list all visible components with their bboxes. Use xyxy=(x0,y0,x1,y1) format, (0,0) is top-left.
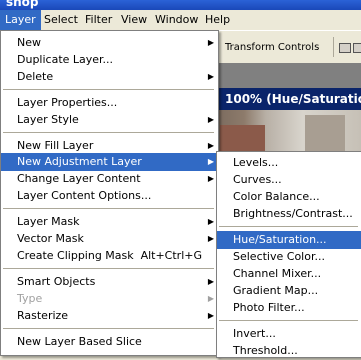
menu-separator xyxy=(3,132,214,133)
menu-separator xyxy=(3,328,214,329)
menu-help[interactable]: Help xyxy=(200,10,235,30)
menu-item-new-layer-based-slice[interactable]: New Layer Based Slice xyxy=(1,333,218,351)
menu-item-label: Vector Mask xyxy=(17,232,84,245)
submenu-item-threshold[interactable]: Threshold... xyxy=(217,342,361,360)
submenu-arrow-icon: ▶ xyxy=(207,234,214,243)
transform-controls-label[interactable]: Transform Controls xyxy=(225,42,319,53)
submenu-arrow-icon: ▶ xyxy=(207,277,214,286)
menu-item-layer-content-options[interactable]: Layer Content Options... xyxy=(1,187,218,205)
submenu-item-curves[interactable]: Curves... xyxy=(217,171,361,189)
menu-item-label: Hue/Saturation... xyxy=(233,233,327,246)
menu-item-change-layer-content[interactable]: Change Layer Content ▶ xyxy=(1,170,218,188)
submenu-arrow-icon: ▶ xyxy=(207,294,214,303)
menu-item-create-clipping-mask[interactable]: Create Clipping Mask Alt+Ctrl+G xyxy=(1,247,218,265)
menu-item-label: Brightness/Contrast... xyxy=(233,207,353,220)
submenu-item-invert[interactable]: Invert... xyxy=(217,325,361,343)
menu-item-label: Layer Content Options... xyxy=(17,189,152,202)
menu-item-label: Color Balance... xyxy=(233,190,320,203)
menu-separator xyxy=(3,89,214,90)
menu-item-new[interactable]: New ▶ xyxy=(1,34,218,52)
menu-item-label: New xyxy=(17,36,41,49)
menu-item-label: Selective Color... xyxy=(233,250,325,263)
menu-item-label: Duplicate Layer... xyxy=(17,53,114,66)
menu-item-label: Invert... xyxy=(233,327,276,340)
menu-item-label: Rasterize xyxy=(17,309,69,322)
menu-item-label: Change Layer Content xyxy=(17,172,141,185)
submenu-item-gradient-map[interactable]: Gradient Map... xyxy=(217,282,361,300)
adjustment-layer-submenu: Levels... Curves... Color Balance... Bri… xyxy=(216,151,361,358)
submenu-item-hue-saturation[interactable]: Hue/Saturation... xyxy=(217,231,361,249)
menu-view[interactable]: View xyxy=(116,10,152,30)
menu-item-label: Channel Mixer... xyxy=(233,267,322,280)
menu-item-label: Layer Mask xyxy=(17,215,80,228)
align-top-icon[interactable] xyxy=(339,43,351,53)
menu-item-smart-objects[interactable]: Smart Objects ▶ xyxy=(1,273,218,291)
menu-layer[interactable]: Layer xyxy=(0,10,41,30)
menu-bar: Layer Select Filter View Window Help xyxy=(0,10,361,30)
menu-separator xyxy=(219,226,358,227)
submenu-arrow-icon: ▶ xyxy=(207,72,214,81)
menu-item-label: Threshold... xyxy=(233,344,298,357)
menu-item-layer-properties[interactable]: Layer Properties... xyxy=(1,94,218,112)
menu-item-vector-mask[interactable]: Vector Mask ▶ xyxy=(1,230,218,248)
menu-item-delete[interactable]: Delete ▶ xyxy=(1,68,218,86)
submenu-item-channel-mixer[interactable]: Channel Mixer... xyxy=(217,265,361,283)
menu-item-shortcut: Alt+Ctrl+G xyxy=(140,249,202,262)
document-title: 100% (Hue/Saturation xyxy=(215,88,361,110)
menu-item-label: Create Clipping Mask xyxy=(17,249,134,262)
menu-item-layer-style[interactable]: Layer Style ▶ xyxy=(1,111,218,129)
submenu-arrow-icon: ▶ xyxy=(207,38,214,47)
submenu-arrow-icon: ▶ xyxy=(207,157,214,166)
align-middle-icon[interactable] xyxy=(353,43,361,53)
menu-item-label: New Layer Based Slice xyxy=(17,335,142,348)
menu-item-label: Curves... xyxy=(233,173,282,186)
menu-item-layer-mask[interactable]: Layer Mask ▶ xyxy=(1,213,218,231)
menu-separator xyxy=(3,268,214,269)
menu-separator xyxy=(219,320,358,321)
submenu-item-selective-color[interactable]: Selective Color... xyxy=(217,248,361,266)
menu-item-label: Levels... xyxy=(233,156,279,169)
menu-item-duplicate-layer[interactable]: Duplicate Layer... xyxy=(1,51,218,69)
menu-item-label: Delete xyxy=(17,70,54,83)
menu-item-type[interactable]: Type ▶ xyxy=(1,290,218,308)
menu-filter[interactable]: Filter xyxy=(80,10,117,30)
menu-item-label: Layer Properties... xyxy=(17,96,118,109)
menu-item-label: Smart Objects xyxy=(17,275,96,288)
submenu-arrow-icon: ▶ xyxy=(207,115,214,124)
menu-window[interactable]: Window xyxy=(150,10,203,30)
submenu-item-brightness-contrast[interactable]: Brightness/Contrast... xyxy=(217,205,361,223)
window-titlebar: shop xyxy=(0,0,361,10)
menu-item-label: Photo Filter... xyxy=(233,301,305,314)
submenu-item-color-balance[interactable]: Color Balance... xyxy=(217,188,361,206)
menu-item-label: Layer Style xyxy=(17,113,79,126)
options-bar: Transform Controls xyxy=(215,30,361,65)
menu-item-label: Type xyxy=(17,292,43,305)
submenu-arrow-icon: ▶ xyxy=(207,311,214,320)
submenu-item-photo-filter[interactable]: Photo Filter... xyxy=(217,299,361,317)
menu-item-rasterize[interactable]: Rasterize ▶ xyxy=(1,307,218,325)
window-title: shop xyxy=(6,0,39,9)
layer-menu: New ▶ Duplicate Layer... Delete ▶ Layer … xyxy=(0,30,219,356)
submenu-arrow-icon: ▶ xyxy=(207,217,214,226)
menu-item-new-adjustment-layer[interactable]: New Adjustment Layer ▶ xyxy=(1,153,218,171)
menu-select[interactable]: Select xyxy=(39,10,83,30)
menu-item-label: New Adjustment Layer xyxy=(17,155,142,168)
options-divider xyxy=(333,37,334,57)
submenu-arrow-icon: ▶ xyxy=(207,174,214,183)
menu-separator xyxy=(3,208,214,209)
menu-item-label: Gradient Map... xyxy=(233,284,319,297)
submenu-item-levels[interactable]: Levels... xyxy=(217,154,361,172)
